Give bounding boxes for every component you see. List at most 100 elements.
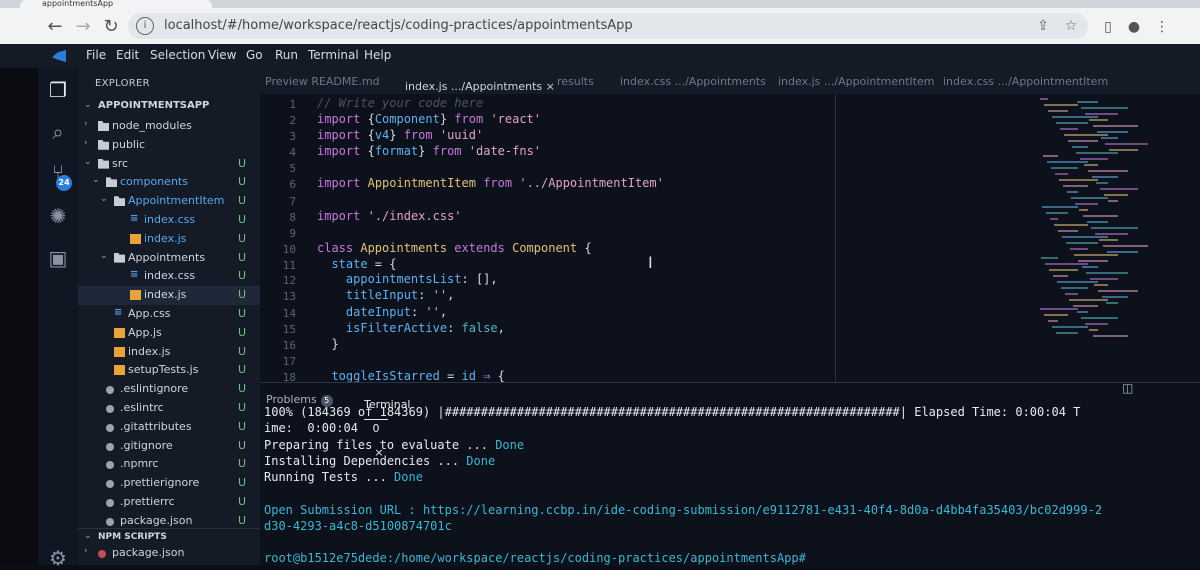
minimap-mark <box>1043 155 1058 157</box>
line-number: 11 <box>282 259 296 272</box>
tree-item[interactable]: .eslintrc U <box>78 399 260 418</box>
minimap-mark <box>1052 326 1088 328</box>
explorer-files-icon[interactable]: ❐ <box>46 78 70 102</box>
tree-item[interactable]: ⌄ AppointmentItem U <box>78 192 260 211</box>
code-line: import {Component} from 'react' <box>317 112 542 126</box>
tree-item[interactable]: ⌄ src U <box>78 155 260 174</box>
settings-gear-icon[interactable]: ⚙ <box>46 546 70 570</box>
menu-run[interactable]: Run <box>275 48 298 62</box>
minimap-mark <box>1092 176 1118 178</box>
line-number: 7 <box>289 195 296 208</box>
tree-item[interactable]: App.js U <box>78 324 260 343</box>
tree-item[interactable]: ≡ index.css U <box>78 267 260 286</box>
editor-tab[interactable]: index.css .../AppointmentItem <box>943 75 1108 88</box>
terminal-line: root@b1512e75dede:/home/workspace/reactj… <box>264 551 806 565</box>
chevron-right-icon: › <box>84 546 88 556</box>
minimap[interactable] <box>1020 98 1190 348</box>
debug-icon[interactable]: ✺ <box>46 204 70 228</box>
more-menu-icon[interactable]: ⋮ <box>1152 17 1172 37</box>
address-bar[interactable]: i localhost/#/home/workspace/reactjs/cod… <box>128 13 1088 39</box>
minimap-mark <box>1089 329 1098 331</box>
git-status-badge: U <box>238 194 247 208</box>
tree-item-label: .npmrc <box>120 457 159 471</box>
tree-item-label: .eslintrc <box>120 401 164 414</box>
forward-icon[interactable]: → <box>72 16 94 38</box>
folder-icon <box>98 139 109 150</box>
minimap-mark <box>1102 296 1128 298</box>
minimap-mark <box>1041 257 1058 259</box>
minimap-mark <box>1053 275 1068 277</box>
editor-tab[interactable]: index.js .../AppointmentItem <box>778 75 934 88</box>
search-icon[interactable]: ⌕ <box>46 120 70 144</box>
editor-tab[interactable]: index.css .../Appointments <box>620 75 766 88</box>
project-root[interactable]: ⌄ APPOINTMENTSAPP <box>78 98 260 117</box>
folder-icon <box>106 177 117 188</box>
tree-item[interactable]: › node_modules <box>78 117 260 136</box>
reload-icon[interactable]: ↻ <box>100 16 122 38</box>
browser-tab[interactable]: appointmentsApp <box>20 0 212 8</box>
tree-item[interactable]: ⌄ components U <box>78 173 260 192</box>
tree-item[interactable]: ≡ App.css U <box>78 305 260 324</box>
menu-terminal[interactable]: Terminal <box>308 48 359 62</box>
tree-item-label: index.js <box>144 288 187 302</box>
js-file-icon <box>114 327 125 338</box>
site-info-icon[interactable]: i <box>136 17 154 35</box>
extensions-icon[interactable]: ▣ <box>46 246 70 270</box>
tree-item[interactable]: .prettierignore U <box>78 474 260 493</box>
line-number: 12 <box>282 274 296 287</box>
config-file-icon <box>106 461 114 470</box>
bookmark-star-icon[interactable]: ☆ <box>1062 17 1080 35</box>
menu-view[interactable]: View <box>208 48 236 62</box>
line-number: 13 <box>282 290 296 303</box>
bottom-panel: Problems 5 Terminal 0 × ◫ 100% (184369 of… <box>260 381 1200 566</box>
tree-item[interactable]: index.js U <box>78 343 260 362</box>
editor-tab[interactable]: results <box>557 75 594 88</box>
minimap-mark <box>1075 203 1098 205</box>
minimap-mark <box>1104 194 1128 196</box>
minimap-mark <box>1077 311 1088 313</box>
minimap-mark <box>1062 236 1108 238</box>
npm-package-json[interactable]: › package.json <box>78 544 260 563</box>
menu-go[interactable]: Go <box>246 48 263 62</box>
tree-item[interactable]: index.js U <box>78 286 260 306</box>
share-icon[interactable]: ⇪ <box>1034 17 1052 35</box>
line-number: 17 <box>282 355 296 368</box>
menu-file[interactable]: File <box>86 48 106 62</box>
vscode-logo-icon <box>52 50 66 62</box>
code-editor[interactable]: 1 // Write your code here 2 import {Compone… <box>260 94 1200 384</box>
tree-item-label: node_modules <box>112 119 192 132</box>
folder-icon <box>98 158 109 169</box>
editor-tab[interactable]: Preview README.md <box>265 75 380 88</box>
back-icon[interactable]: ← <box>44 16 66 38</box>
tree-item[interactable]: .npmrc U <box>78 455 260 474</box>
editor-tab-label: index.css .../Appointments <box>620 75 766 88</box>
tree-item-label: .eslintignore <box>120 382 189 396</box>
side-panel-icon[interactable]: ▯ <box>1098 17 1118 37</box>
terminal-line: Running Tests ... Done <box>264 470 423 484</box>
minimap-mark <box>1103 245 1148 247</box>
folder-icon <box>98 121 109 131</box>
tree-item-label: Appointments <box>128 250 206 264</box>
minimap-mark <box>1107 251 1138 253</box>
minimap-mark <box>1048 110 1068 112</box>
tree-item[interactable]: index.js U <box>78 230 260 249</box>
profile-icon[interactable]: ● <box>1124 17 1144 37</box>
menu-selection[interactable]: Selection <box>150 48 205 62</box>
tree-item[interactable]: ⌄ Appointments U <box>78 249 260 268</box>
tree-item[interactable]: .eslintignore U <box>78 380 260 399</box>
tree-item[interactable]: .prettierrc U <box>78 493 260 512</box>
menu-edit[interactable]: Edit <box>116 48 139 62</box>
git-status-badge: U <box>238 363 247 377</box>
code-line: state = { <box>331 257 397 271</box>
minimap-mark <box>1079 209 1088 211</box>
maximize-panel-icon[interactable]: ◫ <box>1122 381 1133 395</box>
minimap-mark <box>1082 266 1098 268</box>
tree-item[interactable]: .gitignore U <box>78 437 260 456</box>
tree-item[interactable]: ≡ index.css U <box>78 211 260 230</box>
close-tab-icon[interactable]: × <box>542 80 555 93</box>
menu-help[interactable]: Help <box>364 48 391 62</box>
tree-item[interactable]: setupTests.js U <box>78 361 260 380</box>
code-line: appointmentsList: [], <box>345 272 498 286</box>
tree-item[interactable]: › public <box>78 136 260 155</box>
tree-item[interactable]: .gitattributes U <box>78 418 260 437</box>
